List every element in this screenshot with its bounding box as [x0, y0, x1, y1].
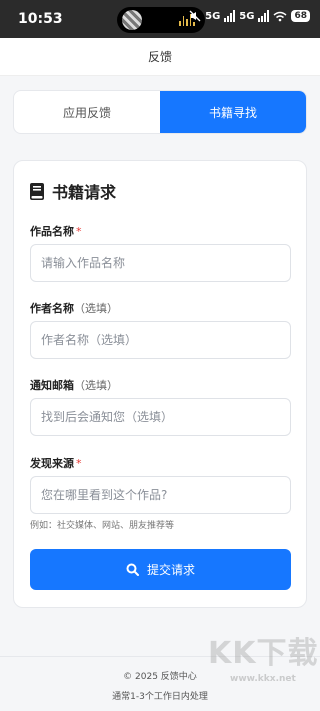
optional-hint: （选填）: [74, 379, 118, 392]
status-icons: 5G 5G 68: [189, 10, 310, 22]
book-request-card: 书籍请求 作品名称* 作者名称（选填） 通知邮箱（选填） 发现来源* 例如：社交…: [13, 160, 307, 608]
required-mark: *: [76, 225, 82, 238]
author-name-input[interactable]: [30, 321, 291, 359]
signal-icon-2: [258, 10, 270, 22]
page-header: 反馈: [0, 38, 320, 76]
battery-icon: 68: [291, 10, 310, 22]
wifi-icon: [273, 11, 287, 21]
work-name-input[interactable]: [30, 244, 291, 282]
tab-app-feedback[interactable]: 应用反馈: [14, 91, 160, 133]
source-label: 发现来源 *: [30, 455, 82, 471]
status-time: 10:53: [18, 11, 63, 27]
footer-copyright: © 2025 反馈中心: [123, 672, 197, 682]
required-mark: *: [76, 457, 82, 470]
footer-processing-note: 通常1-3个工作日内处理: [112, 692, 208, 702]
author-name-label: 作者名称（选填）: [30, 300, 118, 316]
submit-request-button[interactable]: 提交请求: [30, 549, 291, 590]
book-icon: [30, 182, 44, 200]
footer: © 2025 反馈中心 通常1-3个工作日内处理: [0, 656, 320, 711]
tab-bar: 应用反馈 书籍寻找: [13, 90, 307, 134]
work-name-label-text: 作品名称: [30, 225, 74, 238]
submit-request-label: 提交请求: [146, 563, 195, 577]
network-label-2: 5G: [239, 10, 255, 22]
work-name-label: 作品名称 *: [30, 223, 82, 239]
tab-book-search[interactable]: 书籍寻找: [160, 91, 306, 133]
email-input[interactable]: [30, 398, 291, 436]
mute-icon: [189, 10, 201, 22]
author-name-label-text: 作者名称: [30, 302, 74, 315]
signal-icon-1: [224, 10, 236, 22]
email-label-text: 通知邮箱: [30, 379, 74, 392]
album-art-icon: [122, 10, 142, 30]
email-label: 通知邮箱（选填）: [30, 377, 118, 393]
search-icon: [126, 563, 139, 576]
source-input[interactable]: [30, 476, 291, 514]
page-title: 反馈: [147, 50, 172, 64]
form-title: 书籍请求: [30, 179, 116, 203]
form-title-text: 书籍请求: [52, 183, 117, 202]
optional-hint: （选填）: [74, 302, 118, 315]
network-label-1: 5G: [205, 10, 221, 22]
source-helper-text: 例如：社交媒体、网站、朋友推荐等: [30, 521, 175, 531]
status-bar: 10:53 5G 5G 68: [0, 0, 320, 38]
source-label-text: 发现来源: [30, 457, 74, 470]
